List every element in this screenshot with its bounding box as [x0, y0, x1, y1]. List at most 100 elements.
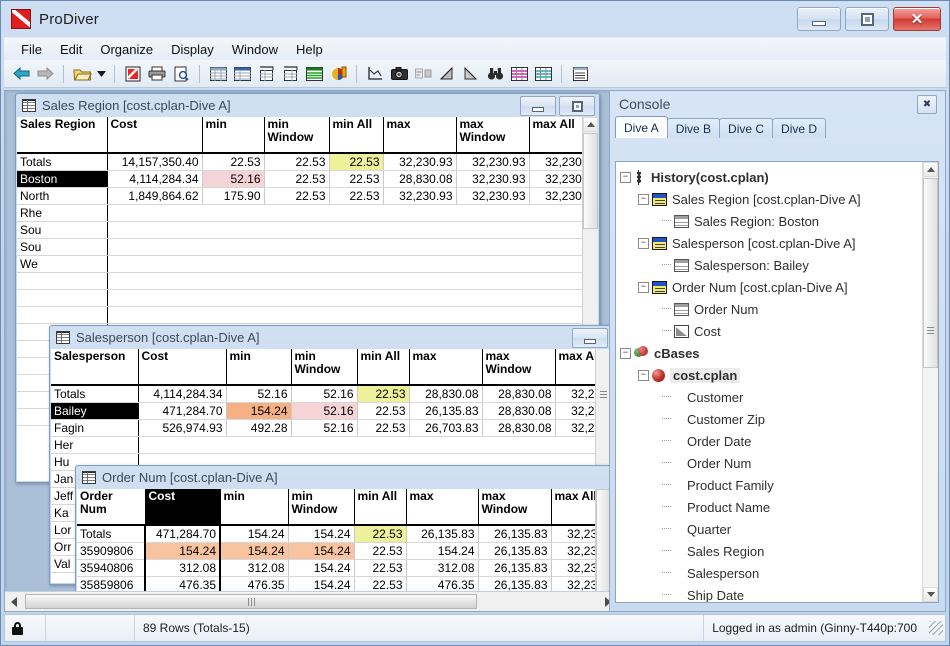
- menu-help[interactable]: Help: [287, 40, 332, 59]
- tree-item-salesperson-bailey[interactable]: Salesperson: Bailey: [616, 254, 938, 276]
- cell-min-all[interactable]: 22.53: [354, 525, 406, 543]
- cell-min-window[interactable]: 22.53: [264, 188, 329, 205]
- row-label[interactable]: Totals: [17, 153, 107, 171]
- cell-empty[interactable]: [107, 290, 598, 307]
- cell-cost[interactable]: 471,284.70: [145, 525, 220, 543]
- cell-min-all[interactable]: 22.53: [329, 153, 383, 171]
- console-close-button[interactable]: ✖: [917, 95, 937, 114]
- table-row[interactable]: 35940806 312.08 312.08 154.24 22.53 312.…: [77, 560, 611, 577]
- col-min[interactable]: min: [220, 489, 288, 525]
- table-row[interactable]: Boston 4,114,284.34 52.16 22.53 22.53 28…: [17, 171, 598, 188]
- dive-maximize-button[interactable]: [559, 96, 595, 116]
- col-min-all[interactable]: min All: [354, 489, 406, 525]
- row-label[interactable]: [17, 290, 107, 307]
- dive-window-title-bar[interactable]: Order Num [cost.cplan-Dive A]: [76, 466, 612, 489]
- cell-min[interactable]: 154.24: [220, 543, 288, 560]
- cell-min-all[interactable]: 22.53: [357, 403, 409, 420]
- table-row[interactable]: [17, 290, 598, 307]
- grid-teal-icon[interactable]: [532, 63, 554, 84]
- col-cost[interactable]: Cost: [145, 489, 220, 525]
- tree-item-product-family[interactable]: Product Family: [616, 474, 938, 496]
- cell-empty[interactable]: [107, 256, 598, 273]
- cell-min-window[interactable]: 154.24: [288, 525, 354, 543]
- cell-empty[interactable]: [107, 222, 598, 239]
- line-chart-icon[interactable]: [364, 63, 386, 84]
- insert-column-icon[interactable]: [279, 63, 301, 84]
- col-cost[interactable]: Cost: [107, 117, 202, 153]
- tree-item-sales-region-dive[interactable]: − Sales Region [cost.cplan-Dive A]: [616, 188, 938, 210]
- tab-dive-a[interactable]: Dive A: [615, 116, 668, 138]
- tree-item-order-date[interactable]: Order Date: [616, 430, 938, 452]
- tree-item-ship-date[interactable]: Ship Date: [616, 584, 938, 603]
- cell-min-all[interactable]: 22.53: [357, 385, 409, 403]
- dive-minimize-button[interactable]: [520, 96, 556, 116]
- cell-cost[interactable]: 14,157,350.40: [107, 153, 202, 171]
- scroll-up-button[interactable]: [923, 162, 938, 177]
- scroll-thumb[interactable]: [923, 178, 938, 368]
- col-max[interactable]: max: [383, 117, 456, 153]
- color-palette-icon[interactable]: [327, 63, 349, 84]
- cell-min[interactable]: 154.24: [220, 525, 288, 543]
- row-label[interactable]: Rhe: [17, 205, 107, 222]
- col-min[interactable]: min: [202, 117, 264, 153]
- cell-min-all[interactable]: 22.53: [354, 560, 406, 577]
- cell-min-window[interactable]: 22.53: [264, 153, 329, 171]
- table-row[interactable]: [17, 307, 598, 324]
- cell-min-all[interactable]: 22.53: [329, 188, 383, 205]
- cell-max-window[interactable]: 26,135.83: [478, 560, 551, 577]
- open-folder-icon[interactable]: [71, 63, 93, 84]
- table-row[interactable]: Rhe: [17, 205, 598, 222]
- cell-cost[interactable]: 4,114,284.34: [138, 385, 226, 403]
- row-label[interactable]: Boston: [17, 171, 107, 188]
- cell-max-window[interactable]: 28,830.08: [482, 420, 555, 437]
- table-row[interactable]: Sou: [17, 222, 598, 239]
- cell-cost[interactable]: 312.08: [145, 560, 220, 577]
- area-chart-up-icon[interactable]: [436, 63, 458, 84]
- cell-min[interactable]: 492.28: [226, 420, 291, 437]
- table-row[interactable]: Sou: [17, 239, 598, 256]
- menu-window[interactable]: Window: [223, 40, 287, 59]
- tree-item-product-name[interactable]: Product Name: [616, 496, 938, 518]
- row-label[interactable]: 35940806: [77, 560, 145, 577]
- cell-max[interactable]: 26,135.83: [409, 403, 482, 420]
- cell-cost[interactable]: 1,849,864.62: [107, 188, 202, 205]
- row-label[interactable]: Bailey: [51, 403, 138, 420]
- row-label[interactable]: Totals: [77, 525, 145, 543]
- col-min-window[interactable]: min Window: [264, 117, 329, 153]
- tree-item-cbases[interactable]: − cBases: [616, 342, 938, 364]
- tree-item-history[interactable]: − History(cost.cplan): [616, 166, 938, 188]
- workspace-horizontal-scrollbar[interactable]: [5, 591, 617, 611]
- cell-max[interactable]: 312.08: [406, 560, 478, 577]
- open-dropdown-icon[interactable]: [95, 63, 107, 84]
- back-icon[interactable]: [10, 63, 32, 84]
- col-salesperson[interactable]: Salesperson: [51, 349, 138, 385]
- col-max[interactable]: max: [406, 489, 478, 525]
- row-label[interactable]: 35909806: [77, 543, 145, 560]
- scroll-left-button[interactable]: [5, 593, 23, 610]
- tree-item-order-num-field[interactable]: Order Num: [616, 452, 938, 474]
- menu-file[interactable]: File: [12, 40, 51, 59]
- resize-grip-icon[interactable]: [929, 621, 943, 635]
- cell-max-window[interactable]: 32,230.93: [456, 153, 529, 171]
- menu-display[interactable]: Display: [162, 40, 223, 59]
- scroll-thumb[interactable]: [583, 133, 598, 229]
- cell-max[interactable]: 28,830.08: [383, 171, 456, 188]
- cell-min[interactable]: 154.24: [226, 403, 291, 420]
- print-icon[interactable]: [146, 63, 168, 84]
- cell-min[interactable]: 175.90: [202, 188, 264, 205]
- cell-min-window[interactable]: 52.16: [291, 403, 357, 420]
- table-row[interactable]: Her: [51, 437, 611, 454]
- collapse-toggle-icon[interactable]: −: [638, 370, 649, 381]
- binoculars-icon[interactable]: [484, 63, 506, 84]
- camera-icon[interactable]: [388, 63, 410, 84]
- cell-min[interactable]: 52.16: [202, 171, 264, 188]
- col-min[interactable]: min: [226, 349, 291, 385]
- maximize-button[interactable]: [845, 7, 889, 31]
- table-row[interactable]: We: [17, 256, 598, 273]
- cell-max-window[interactable]: 32,230.93: [456, 171, 529, 188]
- collapse-toggle-icon[interactable]: −: [638, 194, 649, 205]
- cell-min-all[interactable]: 22.53: [357, 420, 409, 437]
- dive-window-order-num[interactable]: Order Num [cost.cplan-Dive A] Order Num …: [75, 465, 613, 612]
- scroll-down-button[interactable]: [923, 587, 938, 602]
- row-label[interactable]: North: [17, 188, 107, 205]
